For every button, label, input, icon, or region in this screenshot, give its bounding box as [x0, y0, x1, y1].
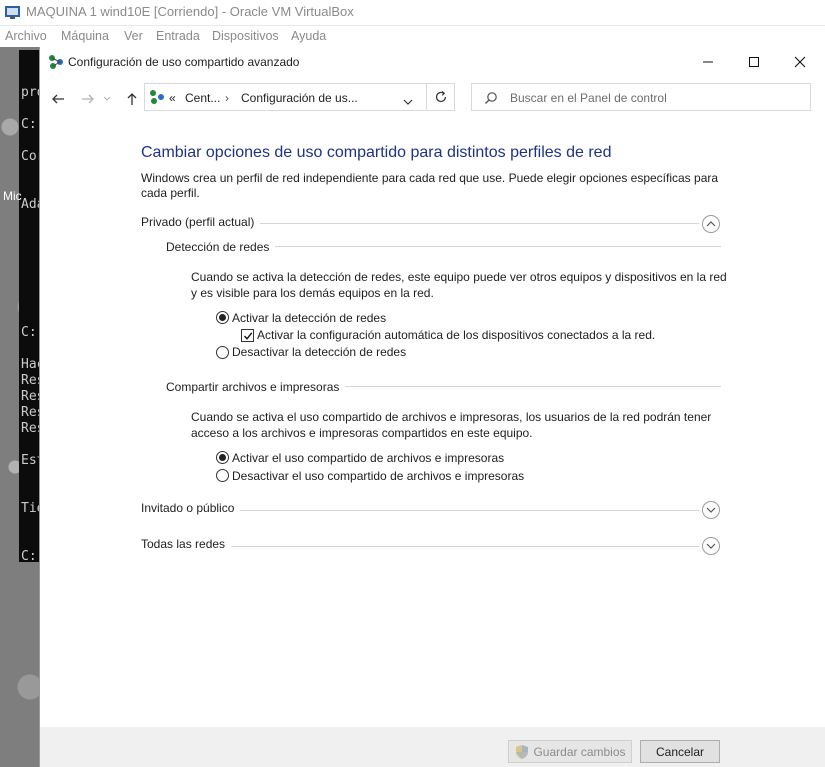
desktop-icon-label[interactable]: Mic [3, 189, 22, 203]
back-button[interactable] [46, 87, 70, 111]
expand-all-networks-button[interactable] [702, 537, 720, 555]
advanced-sharing-dialog: Configuración de uso compartido avanzado… [40, 47, 825, 767]
section-guest-title[interactable]: Invitado o público [141, 501, 241, 515]
save-changes-label: Guardar cambios [533, 744, 626, 759]
auto-config-label[interactable]: Activar la configuración automática de l… [257, 328, 655, 342]
intro-text-line-1: Windows crea un perfil de red independie… [141, 171, 719, 185]
menu-ver[interactable]: Ver [124, 29, 143, 43]
sharing-off-label[interactable]: Desactivar el uso compartido de archivos… [232, 469, 524, 483]
collapse-private-button[interactable] [702, 215, 720, 233]
breadcrumb-item-current[interactable]: Configuración de us... [241, 91, 358, 105]
shield-icon [516, 744, 529, 759]
menu-maquina[interactable]: Máquina [61, 29, 109, 43]
address-bar[interactable]: « Cent... › Configuración de us... [144, 83, 455, 111]
network-discovery-desc-line-2: y es visible para los demás equipos en l… [191, 286, 434, 300]
discovery-on-label[interactable]: Activar la detección de redes [232, 311, 386, 325]
page-title: Cambiar opciones de uso compartido para … [141, 144, 612, 161]
menu-ayuda[interactable]: Ayuda [291, 29, 326, 43]
dialog-title-bar: Configuración de uso compartido avanzado [40, 47, 825, 77]
virtualbox-app-icon [4, 4, 21, 20]
file-sharing-desc-line-1: Cuando se activa el uso compartido de ar… [191, 410, 712, 424]
file-sharing-title: Compartir archivos e impresoras [166, 380, 346, 394]
minimize-button[interactable] [685, 47, 731, 77]
save-changes-button[interactable]: Guardar cambios [508, 740, 632, 763]
sharing-on-radio[interactable] [216, 451, 229, 464]
sharing-off-radio[interactable] [216, 469, 229, 482]
section-all-networks-title[interactable]: Todas las redes [141, 537, 232, 551]
guest-console-window: pro C: Cor Ada C: Hac Res Res Res Res Es… [19, 50, 44, 564]
console-line: C: [21, 117, 37, 132]
menu-dispositivos[interactable]: Dispositivos [212, 29, 279, 43]
arrow-left-icon [52, 94, 64, 104]
address-dropdown-button[interactable] [403, 93, 413, 111]
virtualbox-window-title: MAQUINA 1 wind10E [Corriendo] - Oracle V… [26, 4, 354, 19]
breadcrumb-overflow[interactable]: « [169, 91, 176, 105]
chevron-down-icon [103, 96, 111, 101]
file-sharing-desc-line-2: acceso a los archivos e impresoras compa… [191, 426, 533, 440]
breadcrumb-separator-icon: › [225, 91, 229, 105]
close-button[interactable] [777, 47, 823, 77]
virtualbox-menu-bar: Archivo Máquina Ver Entrada Dispositivos… [0, 26, 825, 47]
discovery-off-radio[interactable] [216, 346, 229, 359]
forward-button[interactable] [76, 87, 100, 111]
cancel-label: Cancelar [655, 744, 705, 759]
discovery-on-radio[interactable] [216, 311, 229, 324]
close-icon [794, 56, 806, 68]
breadcrumb-item-center[interactable]: Cent... [185, 91, 220, 105]
console-line: C: [21, 549, 37, 564]
maximize-icon [749, 57, 759, 67]
up-button[interactable] [120, 87, 144, 111]
refresh-button[interactable] [426, 83, 455, 111]
expand-guest-button[interactable] [702, 501, 720, 519]
search-placeholder: Buscar en el Panel de control [510, 91, 667, 105]
virtualbox-title-bar: MAQUINA 1 wind10E [Corriendo] - Oracle V… [0, 0, 825, 25]
section-private-title[interactable]: Privado (perfil actual) [141, 215, 261, 229]
chevron-down-icon [706, 507, 716, 513]
auto-config-checkbox[interactable] [241, 329, 254, 342]
checkmark-icon [243, 331, 252, 340]
chevron-up-icon [706, 221, 716, 227]
control-panel-icon [149, 89, 165, 105]
discovery-off-label[interactable]: Desactivar la detección de redes [232, 345, 406, 359]
menu-archivo[interactable]: Archivo [5, 29, 47, 43]
search-input[interactable]: Buscar en el Panel de control [471, 83, 811, 111]
minimize-icon [703, 61, 713, 63]
chevron-down-icon [403, 99, 413, 105]
cancel-button[interactable]: Cancelar [640, 740, 720, 763]
menu-entrada[interactable]: Entrada [156, 29, 200, 43]
dialog-button-bar: Guardar cambios Cancelar [40, 727, 825, 767]
history-dropdown-button[interactable] [100, 87, 114, 111]
chevron-down-icon [706, 543, 716, 549]
search-icon [484, 91, 498, 110]
intro-text-line-2: cada perfil. [141, 186, 200, 200]
network-icon [48, 54, 64, 70]
arrow-right-icon [82, 94, 94, 104]
arrow-up-icon [127, 93, 137, 105]
console-line: C: [21, 325, 37, 340]
network-discovery-desc-line-1: Cuando se activa la detección de redes, … [191, 270, 727, 284]
maximize-button[interactable] [731, 47, 777, 77]
refresh-icon [435, 91, 446, 103]
dialog-title: Configuración de uso compartido avanzado [68, 55, 300, 69]
network-discovery-title: Detección de redes [166, 240, 276, 254]
sharing-on-label[interactable]: Activar el uso compartido de archivos e … [232, 451, 504, 465]
